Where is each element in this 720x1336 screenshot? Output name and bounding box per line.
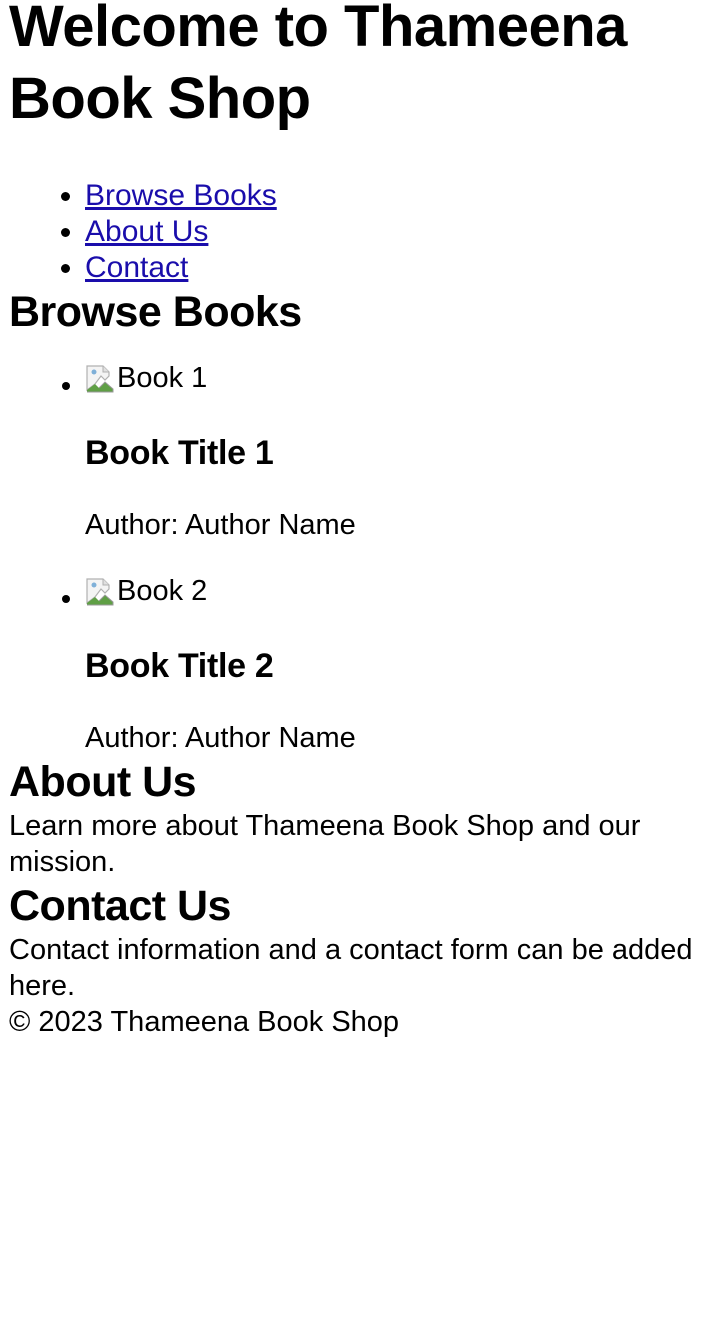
contact-us-text: Contact information and a contact form c… (9, 934, 693, 1002)
book-title: Book Title 2 (85, 647, 274, 685)
book-author: Author: Author Name (85, 509, 356, 541)
book-item: Book 2 Book Title 2 Author: Author Name (85, 573, 709, 756)
footer-copyright: © 2023 Thameena Book Shop (9, 1006, 400, 1038)
nav-item-browse-books: Browse Books (85, 178, 709, 214)
book-item: Book 1 Book Title 1 Author: Author Name (85, 360, 709, 543)
book-image-alt-text: Book 2 (117, 575, 208, 607)
book-image: Book 1 (85, 360, 207, 396)
broken-image-icon (86, 365, 114, 393)
nav-item-about-us: About Us (85, 214, 709, 250)
page: Welcome to Thameena Book Shop Browse Boo… (0, 0, 709, 1040)
browse-books-heading: Browse Books (9, 288, 302, 336)
main-nav: Browse Books About Us Contact (9, 178, 709, 286)
book-image-alt-text: Book 1 (117, 362, 208, 394)
about-us-text: Learn more about Thameena Book Shop and … (9, 810, 641, 878)
book-list: Book 1 Book Title 1 Author: Author Name … (9, 360, 709, 756)
nav-link-contact[interactable]: Contact (85, 251, 188, 284)
broken-image-icon (86, 578, 114, 606)
book-image: Book 2 (85, 573, 207, 609)
about-us-heading: About Us (9, 758, 197, 806)
nav-link-about-us[interactable]: About Us (85, 215, 208, 248)
page-title: Welcome to Thameena Book Shop (9, 0, 627, 131)
book-title: Book Title 1 (85, 434, 274, 472)
book-author: Author: Author Name (85, 722, 356, 754)
nav-item-contact: Contact (85, 250, 709, 286)
contact-us-heading: Contact Us (9, 882, 231, 930)
nav-link-browse-books[interactable]: Browse Books (85, 179, 277, 212)
